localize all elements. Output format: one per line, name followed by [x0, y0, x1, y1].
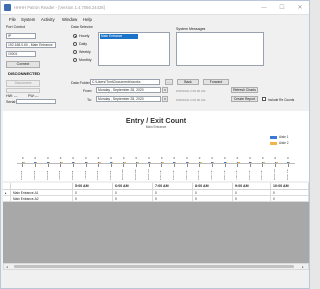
from-date-picker[interactable]: Monday , September 28, 2020 [96, 87, 161, 93]
legend-label-aisle-2: Aisle 2 [279, 141, 289, 145]
fw-value: --- [35, 94, 39, 98]
chart-title: Entry / Exit Count [125, 116, 187, 125]
back-button[interactable]: Back [177, 79, 199, 85]
connection-status: DISCONNECTED [8, 71, 41, 76]
grid-header[interactable]: 7:00 AM [153, 183, 193, 190]
menu-file[interactable]: File [9, 17, 16, 22]
table-cell[interactable]: 0 [153, 196, 193, 202]
disconnect-button[interactable]: Disconnect [6, 80, 40, 87]
data-grid[interactable]: 5:00 AM 6:00 AM 7:00 AM 8:00 AM 9:00 AM … [3, 183, 309, 263]
menu-system[interactable]: System [21, 17, 35, 22]
hourly-radio[interactable] [73, 34, 77, 38]
port-type-select[interactable]: IP [6, 33, 36, 39]
data-folder-input[interactable]: C:\Users\Tom\Documents\works [90, 79, 160, 85]
grid-header[interactable]: 10:00 AM [271, 183, 309, 190]
include-re-counts-label: Include Re Counts [268, 98, 295, 102]
table-row-name[interactable]: Main Entrance-A2 [11, 196, 73, 202]
monthly-label: Monthly [79, 58, 92, 62]
system-messages-box[interactable] [176, 32, 264, 66]
chart-subtitle: Main Entrance [145, 125, 167, 129]
forward-button[interactable]: Forward [203, 79, 229, 85]
row-header [3, 196, 11, 202]
browse-button[interactable]: … [165, 79, 173, 85]
scroll-left-icon[interactable]: ◂ [6, 265, 8, 269]
ip-address-select[interactable]: 192.168.0.60 - Main Entrance [6, 42, 56, 48]
title-bar: HHHH Patron Reader - [Version 1.4.7066.2… [1, 1, 309, 15]
location-list[interactable]: Main Entrance [98, 32, 170, 66]
refresh-charts-button[interactable]: Refresh Charts [231, 87, 258, 93]
to-label: To: [87, 98, 92, 102]
to-time: 9/28/2020 2:00:00 AM [176, 98, 206, 102]
hw-value: --- [14, 94, 18, 98]
grid-header[interactable]: 9:00 AM [233, 183, 271, 190]
close-button[interactable]: ✕ [293, 3, 307, 12]
grid-header[interactable]: 8:00 AM [193, 183, 233, 190]
legend-swatch-aisle-1 [270, 136, 277, 139]
data-folder-label: Data Folder: [71, 81, 91, 85]
scroll-right-icon[interactable]: ▸ [302, 265, 304, 269]
grid-corner [3, 183, 11, 190]
create-report-button[interactable]: Create Report [231, 96, 258, 102]
hw-label: HW: [6, 94, 13, 98]
include-re-counts-checkbox[interactable] [262, 97, 266, 101]
menu-window[interactable]: Window [62, 17, 77, 22]
grid-header[interactable]: 5:00 AM [73, 183, 113, 190]
from-time: 9/28/2020 2:00:00 AM [176, 89, 206, 93]
from-label: From: [83, 89, 93, 93]
app-icon [4, 4, 11, 11]
legend-swatch-aisle-2 [270, 142, 277, 145]
table-cell[interactable]: 0 [73, 196, 113, 202]
serial-field [16, 99, 56, 104]
system-messages-label: System Messages [176, 27, 206, 31]
port-control-group: Port Control IP 192.168.0.60 - Main Entr… [4, 25, 66, 117]
table-cell[interactable]: 0 [233, 196, 271, 202]
port-control-label: Port Control [6, 25, 26, 29]
legend-label-aisle-1: Aisle 1 [279, 135, 289, 139]
connect-button[interactable]: Connect [6, 61, 40, 68]
monthly-radio[interactable] [73, 58, 77, 62]
grid-header[interactable]: 6:00 AM [113, 183, 153, 190]
daily-label: Daily [79, 42, 87, 46]
weekly-radio[interactable] [73, 50, 77, 54]
daily-radio[interactable] [73, 42, 77, 46]
to-date-picker[interactable]: Monday , September 28, 2020 [96, 96, 161, 102]
disabled-button [6, 88, 40, 93]
table-cell[interactable]: 0 [193, 196, 233, 202]
port-number-input[interactable]: 10001 [6, 51, 36, 57]
table-cell[interactable]: 0 [271, 196, 309, 202]
from-date-dropdown-icon[interactable]: ▾ [162, 87, 168, 93]
serial-label: Serial: [6, 100, 17, 104]
maximize-button[interactable]: ☐ [275, 3, 289, 12]
horizontal-scrollbar[interactable]: ◂ ▸ [3, 263, 309, 270]
menu-help[interactable]: Help [83, 17, 92, 22]
data-selector-label: Data Selector [71, 25, 93, 29]
table-cell[interactable]: 0 [113, 196, 153, 202]
menu-bar: File System Activity Window Help [1, 16, 309, 24]
list-item-selected[interactable]: Main Entrance [100, 34, 138, 39]
fw-label: FW: [28, 94, 35, 98]
minimize-button[interactable]: — [257, 3, 271, 12]
weekly-label: Weekly [79, 50, 91, 54]
grid-header-name [11, 183, 73, 190]
app-window: HHHH Patron Reader - [Version 1.4.7066.2… [0, 0, 310, 289]
menu-activity[interactable]: Activity [41, 17, 55, 22]
to-date-dropdown-icon[interactable]: ▾ [162, 96, 168, 102]
window-title: HHHH Patron Reader - [Version 1.4.7066.2… [14, 5, 105, 10]
hourly-label: Hourly [79, 34, 90, 38]
chart-panel: Entry / Exit Count Main Entrance Aisle 1… [3, 111, 309, 181]
scrollbar-thumb[interactable] [14, 265, 294, 268]
